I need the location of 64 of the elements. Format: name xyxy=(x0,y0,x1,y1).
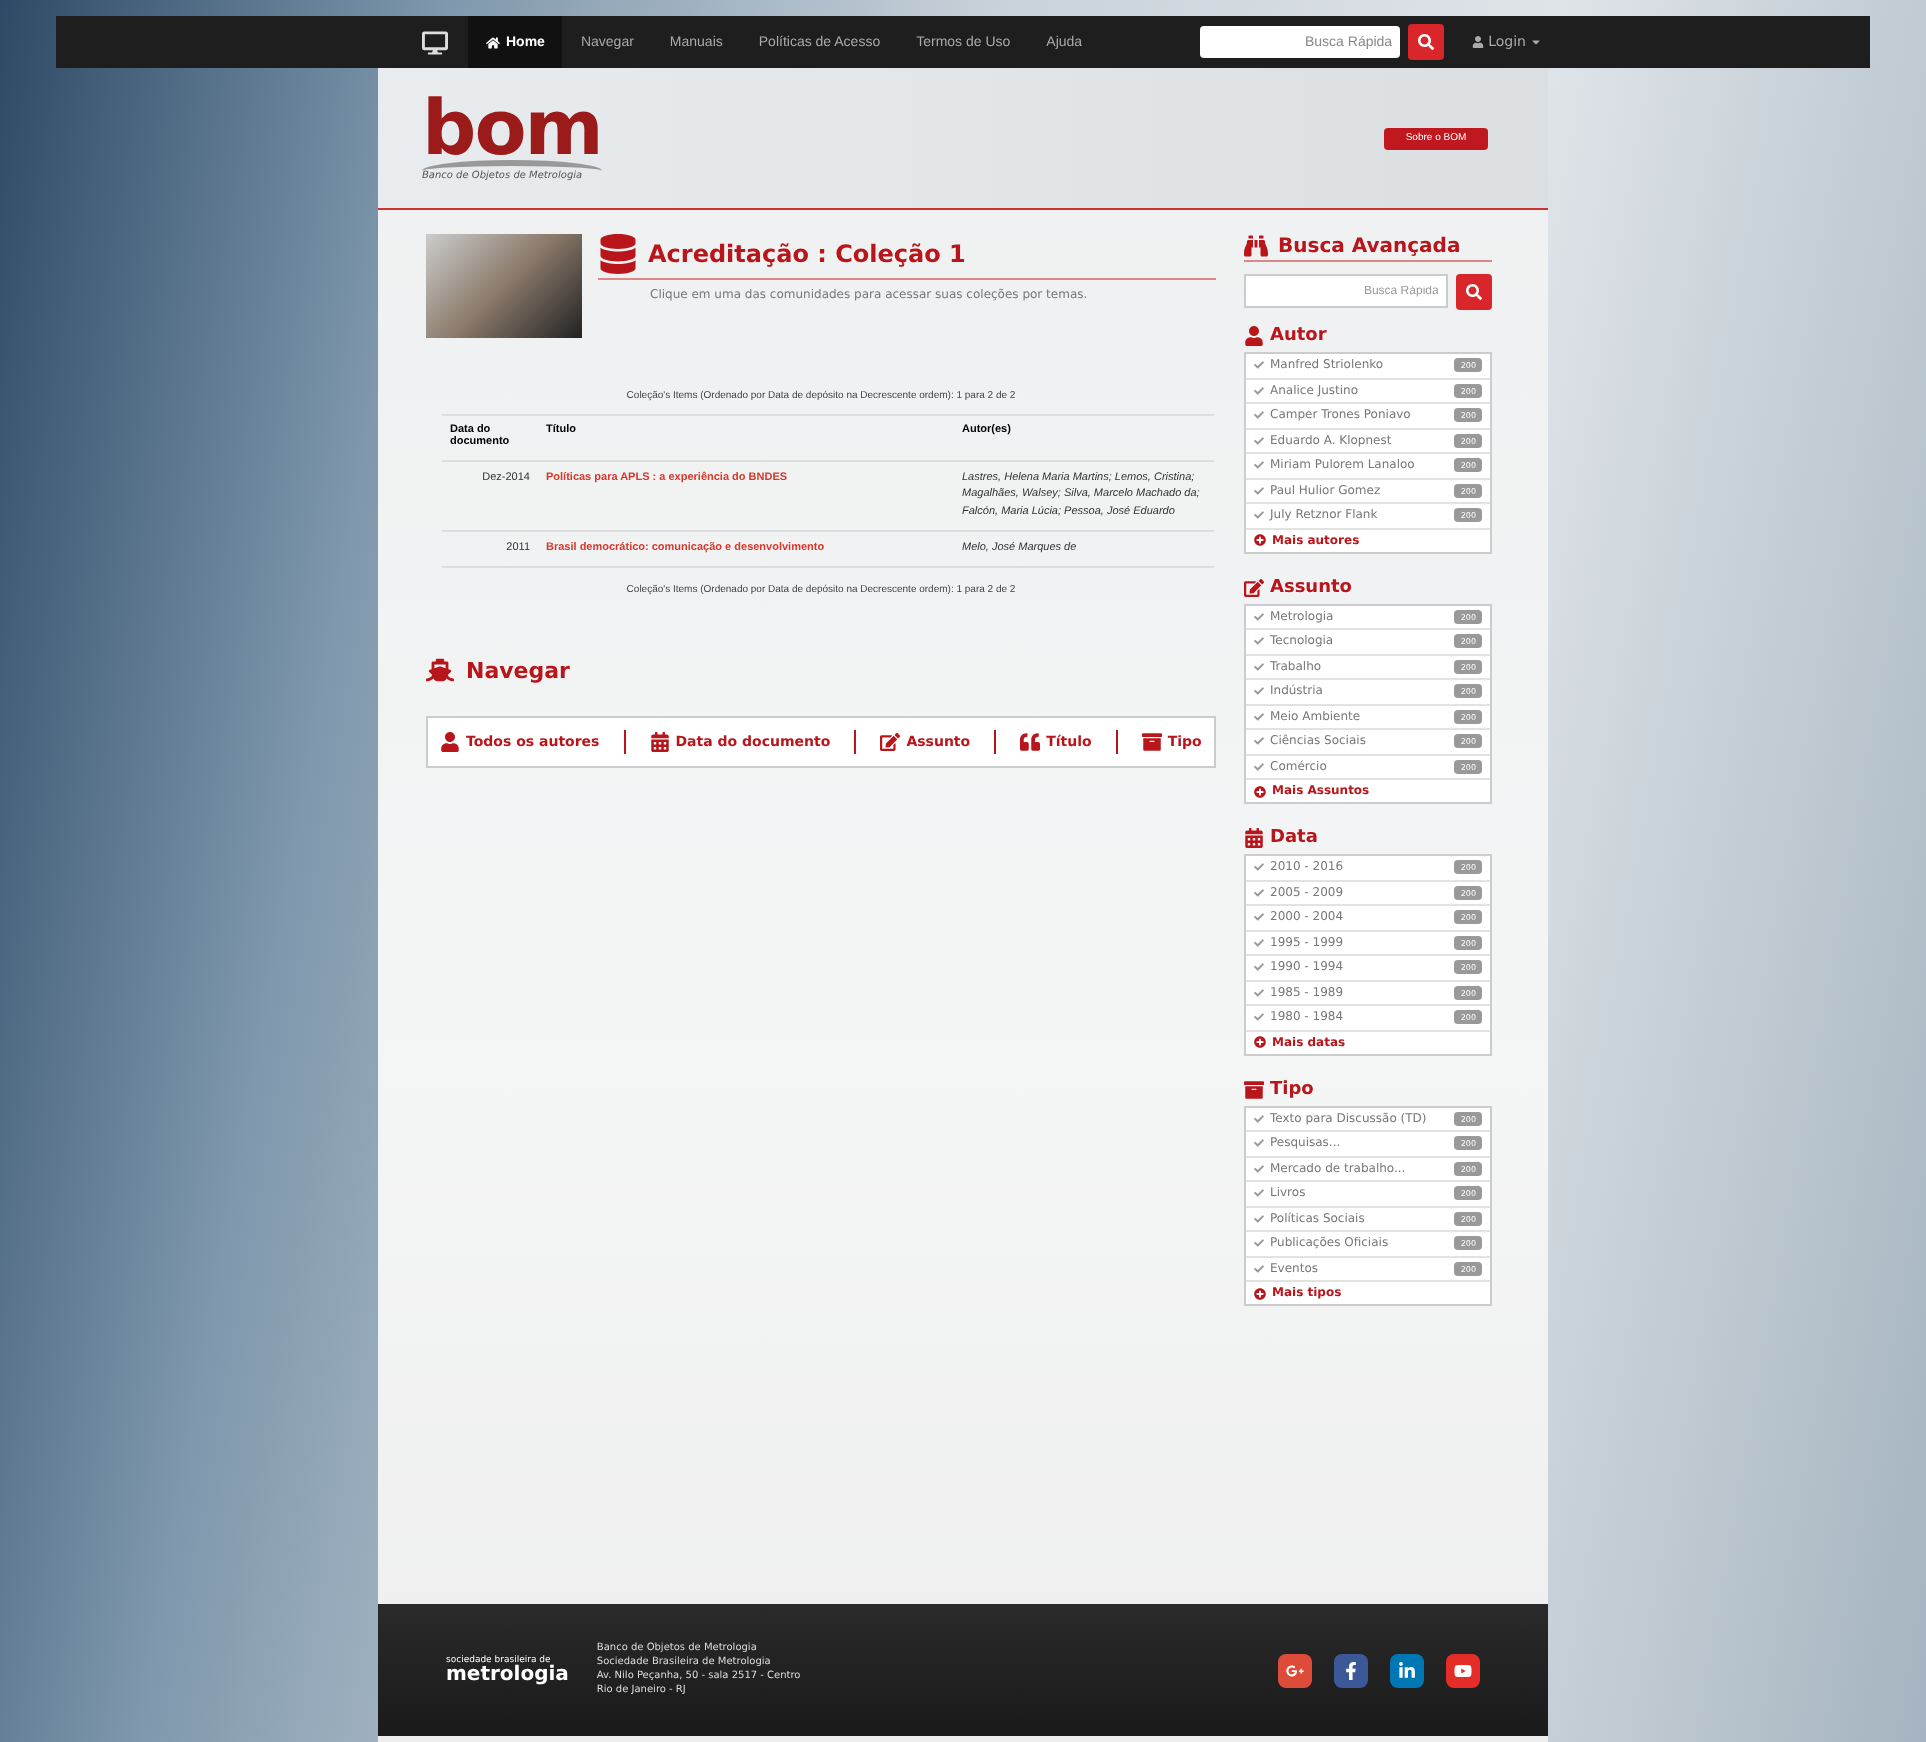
check-icon xyxy=(1254,435,1264,446)
search-icon xyxy=(1466,284,1483,300)
check-icon xyxy=(1254,711,1264,722)
facebook-glyph-icon xyxy=(1342,1661,1360,1679)
check-icon xyxy=(1254,761,1264,772)
google-plus-glyph-icon xyxy=(1286,1661,1304,1679)
calendar-icon xyxy=(1244,828,1264,848)
google-plus-icon[interactable] xyxy=(1278,1653,1312,1687)
check-icon xyxy=(1254,410,1264,421)
edit-icon xyxy=(880,732,901,752)
collection-title: Acreditação : Coleção 1 xyxy=(648,240,966,268)
facebook-icon[interactable] xyxy=(1334,1653,1368,1687)
database-icon xyxy=(598,234,638,274)
search-icon xyxy=(1418,34,1435,50)
quote-icon xyxy=(1020,732,1041,752)
check-icon xyxy=(1254,862,1264,873)
edit-icon xyxy=(1244,577,1264,597)
search-button[interactable] xyxy=(1408,24,1445,60)
check-icon xyxy=(1254,987,1264,998)
section-title: Navegar xyxy=(466,657,570,683)
facet-title: Assunto xyxy=(1270,577,1352,597)
check-icon xyxy=(1254,360,1264,371)
facet-title: Tipo xyxy=(1270,1079,1314,1099)
check-icon xyxy=(1254,1188,1264,1199)
check-icon xyxy=(1254,611,1264,622)
check-icon xyxy=(1254,661,1264,672)
calendar-icon xyxy=(649,732,670,752)
youtube-glyph-icon xyxy=(1454,1661,1472,1679)
check-icon xyxy=(1254,1012,1264,1023)
check-icon xyxy=(1254,460,1264,471)
check-icon xyxy=(1254,912,1264,923)
check-icon xyxy=(1254,1163,1264,1174)
logo-text: bom xyxy=(422,95,602,159)
check-icon xyxy=(1254,736,1264,747)
binoculars-icon xyxy=(1244,234,1268,258)
caret-icon xyxy=(1529,36,1542,48)
check-icon xyxy=(1254,1138,1264,1149)
check-icon xyxy=(1254,485,1264,496)
archive-box-icon xyxy=(1141,732,1162,752)
check-icon xyxy=(1254,887,1264,898)
sidebar-title: Busca Avançada xyxy=(1278,235,1461,257)
check-icon xyxy=(1254,1238,1264,1249)
facet-title: Data xyxy=(1270,828,1318,848)
check-icon xyxy=(1254,937,1264,948)
user-icon xyxy=(1244,326,1264,346)
check-icon xyxy=(1254,1113,1264,1124)
check-icon xyxy=(1254,385,1264,396)
archive-box-icon xyxy=(1244,1079,1264,1099)
linkedin-glyph-icon xyxy=(1398,1661,1416,1679)
check-icon xyxy=(1254,1213,1264,1224)
check-icon xyxy=(1254,636,1264,647)
check-icon xyxy=(1254,1263,1264,1274)
monitor-icon xyxy=(422,29,448,55)
check-icon xyxy=(1254,510,1264,521)
youtube-icon[interactable] xyxy=(1446,1653,1480,1687)
check-icon xyxy=(1254,962,1264,973)
footer-logo-text: metrologia xyxy=(446,1665,569,1685)
user-icon xyxy=(440,732,460,752)
ship-icon xyxy=(426,656,454,684)
home-icon xyxy=(486,35,500,49)
check-icon xyxy=(1254,686,1264,697)
linkedin-icon[interactable] xyxy=(1390,1653,1424,1687)
user-icon xyxy=(1472,36,1485,48)
facet-title: Autor xyxy=(1270,326,1327,346)
